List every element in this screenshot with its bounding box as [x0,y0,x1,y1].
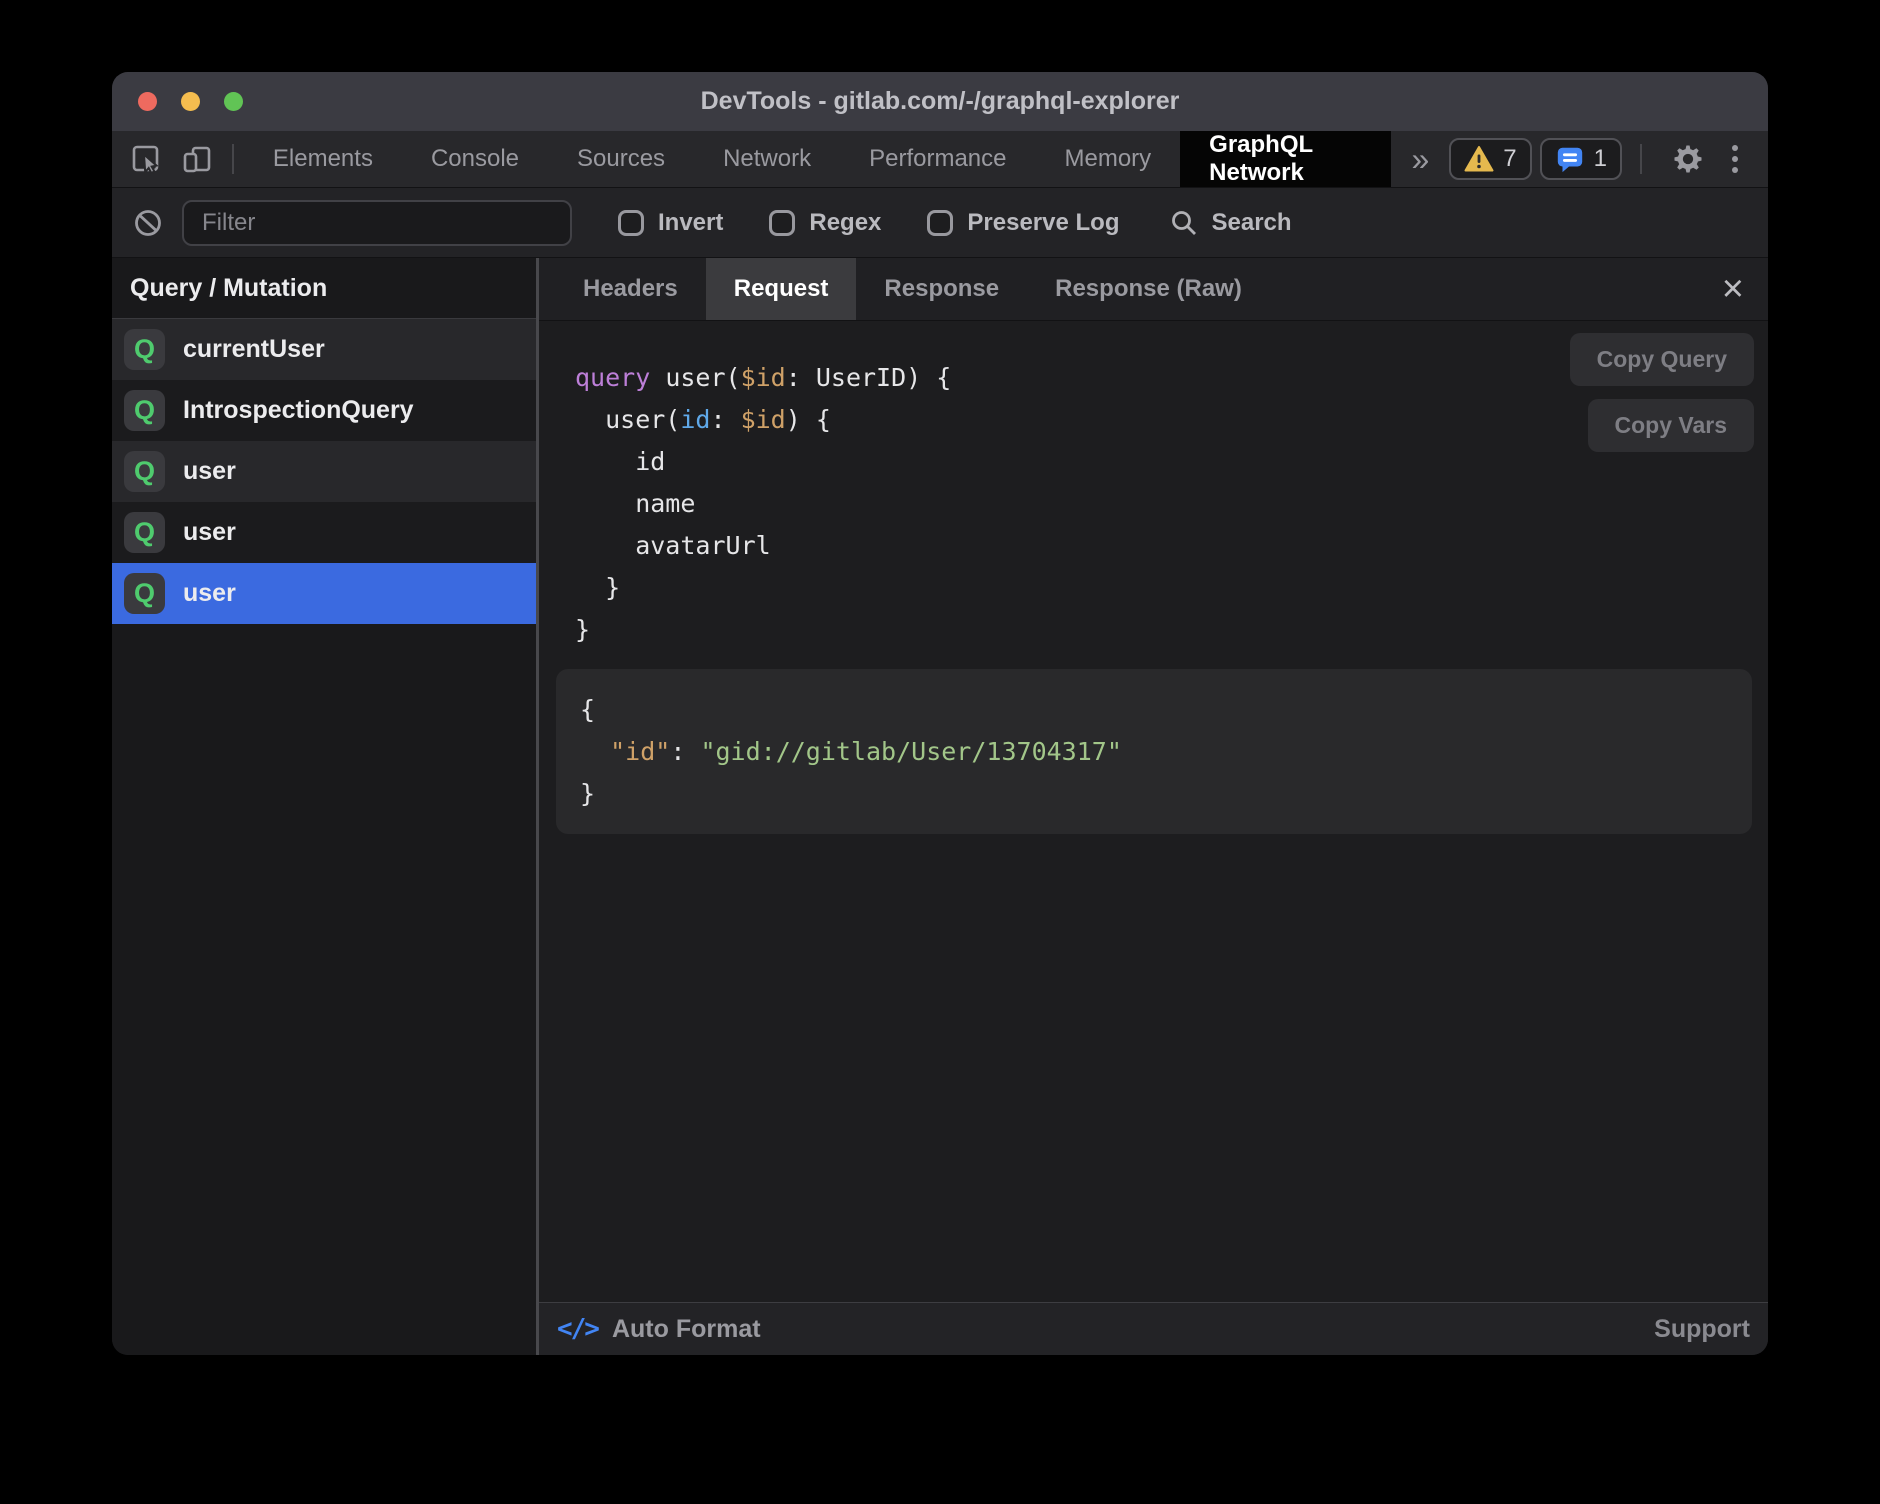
copy-vars-button[interactable]: Copy Vars [1588,399,1755,452]
support-link[interactable]: Support [1654,1315,1750,1344]
tab-response-raw[interactable]: Response (Raw) [1027,258,1270,320]
list-item-label: user [183,518,236,547]
list-item-label: user [183,579,236,608]
query-type-badge: Q [124,512,165,553]
tab-memory[interactable]: Memory [1035,131,1180,187]
regex-checkbox-group: Regex [769,209,881,237]
invert-checkbox[interactable] [618,210,644,236]
gear-icon[interactable] [1660,141,1716,177]
warning-icon [1464,145,1494,173]
query-type-badge: Q [124,329,165,370]
regex-label: Regex [809,209,881,237]
warnings-badge[interactable]: 7 [1449,138,1531,180]
devtools-panel-tabs: Elements Console Sources Network Perform… [244,131,1392,187]
devtools-window: DevTools - gitlab.com/-/graphql-explorer… [112,72,1768,1355]
preserve-log-label: Preserve Log [967,209,1119,237]
graphql-query-code: query user($id: UserID) { user(id: $id) … [575,357,951,651]
tab-graphql-network[interactable]: GraphQL Network [1180,131,1391,187]
query-variables-panel: { "id": "gid://gitlab/User/13704317"} [556,669,1752,834]
titlebar: DevTools - gitlab.com/-/graphql-explorer [112,72,1768,131]
detail-footer: </> Auto Format Support [539,1302,1768,1355]
search-control[interactable]: Search [1169,208,1291,238]
minimize-window-button[interactable] [181,92,200,111]
tab-elements[interactable]: Elements [244,131,402,187]
search-icon [1169,208,1199,238]
code-format-icon: </> [557,1314,598,1344]
list-item-user-3-selected[interactable]: Q user [112,563,536,624]
window-title: DevTools - gitlab.com/-/graphql-explorer [112,87,1768,116]
more-tabs-chevron-icon[interactable]: » [1391,131,1449,187]
request-tab-body: query user($id: UserID) { user(id: $id) … [539,321,1768,1302]
auto-format-button[interactable]: Auto Format [612,1315,761,1344]
detail-tabs: Headers Request Response Response (Raw) … [539,258,1768,321]
main-area: Query / Mutation Q currentUser Q Introsp… [112,258,1768,1355]
device-toolbar-icon[interactable] [181,143,214,176]
message-count: 1 [1594,145,1607,173]
list-item-label: user [183,457,236,486]
copy-query-button[interactable]: Copy Query [1570,333,1754,386]
search-label: Search [1211,209,1291,237]
list-item-currentuser[interactable]: Q currentUser [112,319,536,380]
toolbar-separator [232,144,234,174]
toolbar-right-controls: 7 1 [1449,131,1768,187]
message-icon [1555,144,1585,174]
tab-sources[interactable]: Sources [548,131,694,187]
tab-console[interactable]: Console [402,131,548,187]
tab-response[interactable]: Response [856,258,1027,320]
filter-input[interactable] [182,200,572,246]
preserve-log-checkbox[interactable] [927,210,953,236]
tab-headers[interactable]: Headers [555,258,706,320]
fullscreen-window-button[interactable] [224,92,243,111]
query-type-badge: Q [124,573,165,614]
invert-checkbox-group: Invert [618,209,723,237]
traffic-lights [138,72,243,131]
filter-bar: Invert Regex Preserve Log Search [112,188,1768,258]
messages-badge[interactable]: 1 [1540,138,1622,180]
warning-count: 7 [1503,145,1516,173]
request-detail-pane: Headers Request Response Response (Raw) … [539,258,1768,1355]
tab-network[interactable]: Network [694,131,840,187]
preserve-log-checkbox-group: Preserve Log [927,209,1119,237]
query-type-badge: Q [124,451,165,492]
inspect-element-icon[interactable] [130,143,163,176]
main-toolbar: Elements Console Sources Network Perform… [112,131,1768,188]
close-icon[interactable]: × [1698,270,1768,308]
list-item-user-1[interactable]: Q user [112,441,536,502]
close-window-button[interactable] [138,92,157,111]
tab-request[interactable]: Request [706,258,857,320]
regex-checkbox[interactable] [769,210,795,236]
sidebar-header: Query / Mutation [112,258,536,319]
controls-separator [1640,144,1642,174]
query-type-badge: Q [124,390,165,431]
list-item-label: IntrospectionQuery [183,396,414,425]
copy-buttons: Copy Query Copy Vars [1570,333,1754,452]
list-item-user-2[interactable]: Q user [112,502,536,563]
block-icon[interactable] [132,207,164,239]
list-item-introspectionquery[interactable]: Q IntrospectionQuery [112,380,536,441]
invert-label: Invert [658,209,723,237]
kebab-menu-icon[interactable] [1724,145,1746,173]
list-item-label: currentUser [183,335,325,364]
tab-performance[interactable]: Performance [840,131,1035,187]
query-list-sidebar: Query / Mutation Q currentUser Q Introsp… [112,258,536,1355]
toolbar-icons [112,131,222,187]
